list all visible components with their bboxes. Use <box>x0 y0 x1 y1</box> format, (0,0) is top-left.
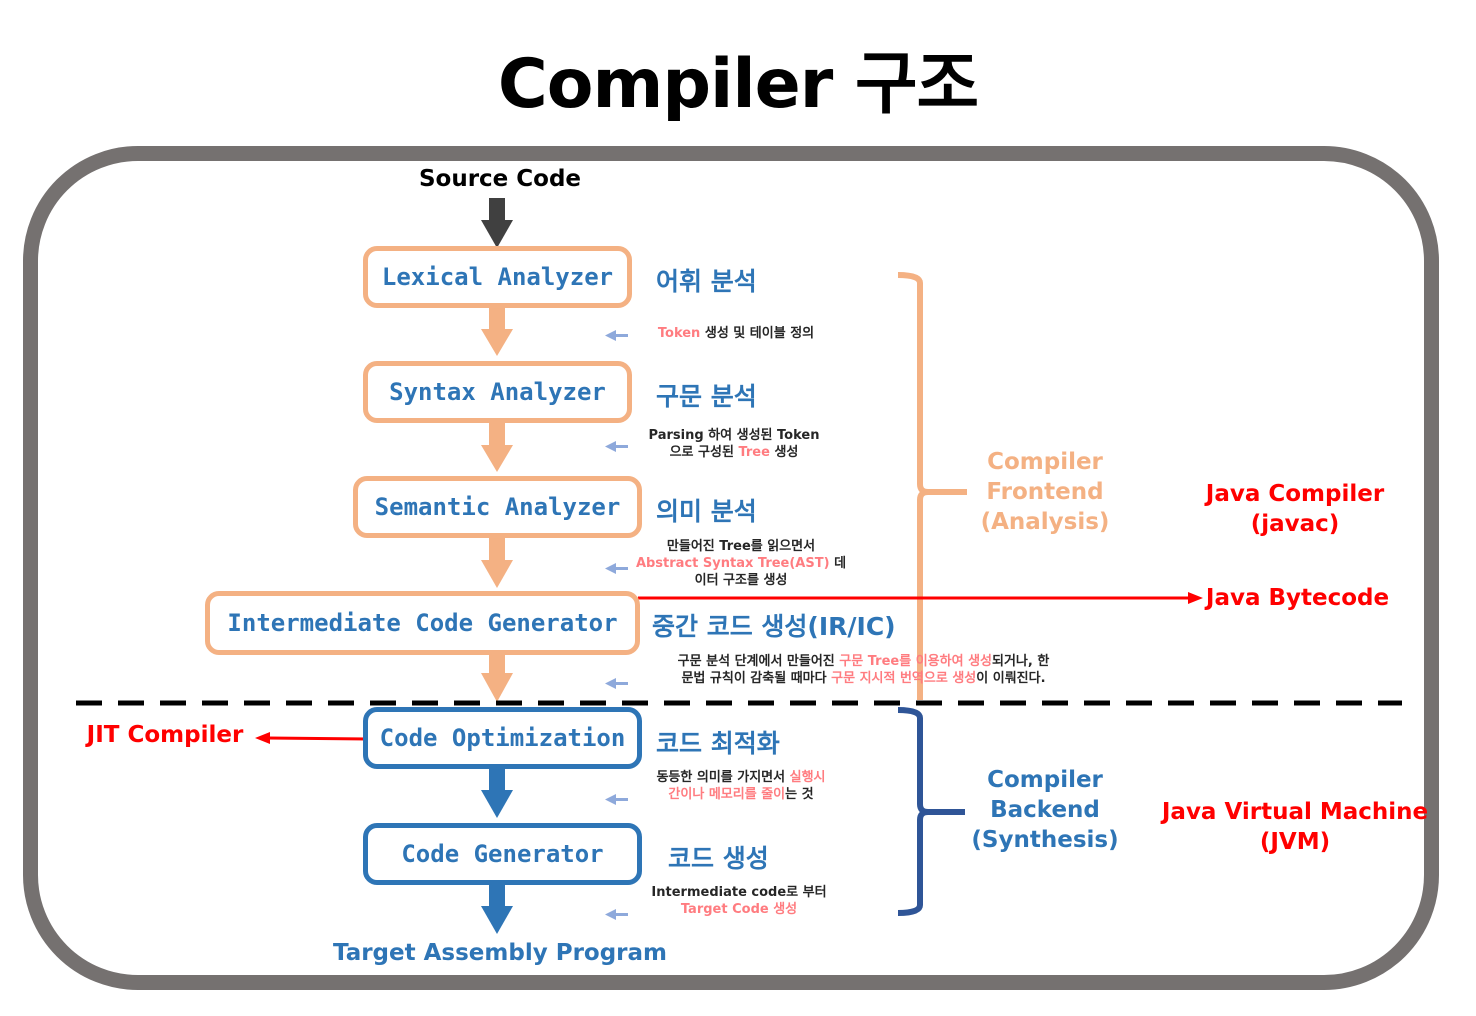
flow-arrow-generator-target <box>481 884 513 934</box>
stage-ic-korean: 중간 코드 생성(IR/IC) <box>652 612 896 641</box>
source-arrow-icon <box>481 198 513 248</box>
flow-arrow-ic-optimization <box>481 653 513 702</box>
frontend-group-label: Compiler Frontend (Analysis) <box>965 447 1125 537</box>
note-line: 동등한 의미를 가지면서 실행시 <box>634 769 848 786</box>
note-syntax: Parsing 하여 생성된 Token 으로 구성된 Tree 생성 <box>634 427 834 461</box>
stage-code-generator[interactable]: Code Generator <box>363 823 642 885</box>
target-program-label: Target Assembly Program <box>332 940 668 966</box>
backend-group-label: Compiler Backend (Synthesis) <box>965 765 1125 855</box>
note-arrow-icon <box>605 441 628 452</box>
note-arrow-icon <box>605 330 628 341</box>
note-text: 구문 분석 단계에서 만들어진 <box>677 654 840 669</box>
stage-code-optimization[interactable]: Code Optimization <box>363 707 642 769</box>
flow-arrow-optimization-generator <box>481 768 513 818</box>
backend-label-line: (Synthesis) <box>971 827 1119 853</box>
note-intermediate: 구문 분석 단계에서 만들어진 구문 Tree를 이용하여 생성되거나, 한 문법… <box>636 653 1091 687</box>
frontend-label-line: Frontend <box>986 479 1104 505</box>
note-text: Intermediate code로 부터 <box>651 885 827 900</box>
note-line: 구문 분석 단계에서 만들어진 구문 Tree를 이용하여 생성되거나, 한 <box>636 653 1091 670</box>
stage-optimization-korean: 코드 최적화 <box>656 729 780 758</box>
note-highlight: Abstract Syntax Tree(AST) <box>635 556 830 571</box>
frontend-label-line: Compiler <box>987 449 1103 475</box>
stage-lexical-analyzer[interactable]: Lexical Analyzer <box>363 246 632 308</box>
stage-syntax-korean: 구문 분석 <box>656 382 757 411</box>
java-compiler-label: Java Compiler (javac) <box>1180 479 1410 539</box>
note-arrow-icon <box>605 794 628 805</box>
note-line: Token 생성 및 테이블 정의 <box>636 325 836 342</box>
note-line: 간이나 메모리를 줄이는 것 <box>634 786 848 803</box>
jit-arrow-icon <box>255 732 369 744</box>
note-text: 생성 <box>769 445 799 460</box>
flow-arrow-lexical-syntax <box>481 307 513 356</box>
frontend-label-line: (Analysis) <box>980 509 1110 535</box>
stage-semantic-korean: 의미 분석 <box>656 497 757 526</box>
note-line: Intermediate code로 부터 <box>634 884 844 901</box>
stage-intermediate-code-generator[interactable]: Intermediate Code Generator <box>205 591 640 655</box>
note-text: 되거나, 한 <box>992 654 1050 669</box>
note-highlight: 구문 Tree를 이용하여 생성 <box>839 654 992 669</box>
java-compiler-line: (javac) <box>1250 511 1340 537</box>
backend-label-line: Compiler <box>987 767 1103 793</box>
note-line: Abstract Syntax Tree(AST) 데 <box>634 555 848 572</box>
note-text: Parsing 하여 생성된 Token <box>648 428 820 443</box>
note-highlight: Tree <box>738 445 770 460</box>
note-text: 문법 규칙이 감축될 때마다 <box>681 671 832 686</box>
note-highlight: 구문 지시적 번역으로 생성 <box>831 671 977 686</box>
note-highlight: Target Code 생성 <box>680 902 798 917</box>
java-bytecode-label: Java Bytecode <box>1205 585 1390 611</box>
note-arrow-icon <box>605 909 628 920</box>
note-highlight: 간이나 메모리를 줄이 <box>668 787 786 802</box>
note-line: 이터 구조를 생성 <box>634 572 848 589</box>
note-text: 생성 및 테이블 정의 <box>700 326 815 341</box>
note-lexical: Token 생성 및 테이블 정의 <box>636 325 836 342</box>
note-optimization: 동등한 의미를 가지면서 실행시 간이나 메모리를 줄이는 것 <box>634 769 848 803</box>
note-text: 동등한 의미를 가지면서 <box>656 770 790 785</box>
jvm-line: Java Virtual Machine <box>1161 799 1429 825</box>
jit-compiler-label: JIT Compiler <box>86 722 244 748</box>
flow-arrow-semantic-ic <box>481 538 513 588</box>
note-line: 만들어진 Tree를 읽으면서 <box>634 538 848 555</box>
note-line: 문법 규칙이 감축될 때마다 구문 지시적 번역으로 생성이 이뤄진다. <box>636 670 1091 687</box>
note-highlight: 실행시 <box>789 770 826 785</box>
note-text: 으로 구성된 <box>669 445 739 460</box>
note-text: 만들어진 Tree를 읽으면서 <box>666 539 816 554</box>
note-text: 이터 구조를 생성 <box>694 573 788 588</box>
jvm-line: (JVM) <box>1259 829 1331 855</box>
note-text: 데 <box>829 556 847 571</box>
note-highlight: Token <box>657 326 701 341</box>
note-line: Target Code 생성 <box>634 901 844 918</box>
note-semantic: 만들어진 Tree를 읽으면서 Abstract Syntax Tree(AST)… <box>634 538 848 589</box>
note-text: 이 이뤄진다. <box>976 671 1046 686</box>
backend-brace <box>897 707 965 916</box>
backend-label-line: Backend <box>990 797 1100 823</box>
note-line: Parsing 하여 생성된 Token <box>634 427 834 444</box>
note-arrow-icon <box>605 678 628 689</box>
java-compiler-line: Java Compiler <box>1205 481 1385 507</box>
stage-lexical-korean: 어휘 분석 <box>656 267 757 296</box>
note-text: 는 것 <box>785 787 814 802</box>
stage-syntax-analyzer[interactable]: Syntax Analyzer <box>363 361 632 423</box>
jvm-label: Java Virtual Machine (JVM) <box>1160 797 1430 857</box>
note-line: 으로 구성된 Tree 생성 <box>634 444 834 461</box>
note-generator: Intermediate code로 부터 Target Code 생성 <box>634 884 844 918</box>
frontend-brace <box>897 272 967 700</box>
stage-generator-korean: 코드 생성 <box>668 844 769 873</box>
stage-semantic-analyzer[interactable]: Semantic Analyzer <box>353 476 642 538</box>
source-code-label: Source Code <box>418 166 582 192</box>
note-arrow-icon <box>605 563 628 574</box>
flow-arrow-syntax-semantic <box>481 423 513 472</box>
